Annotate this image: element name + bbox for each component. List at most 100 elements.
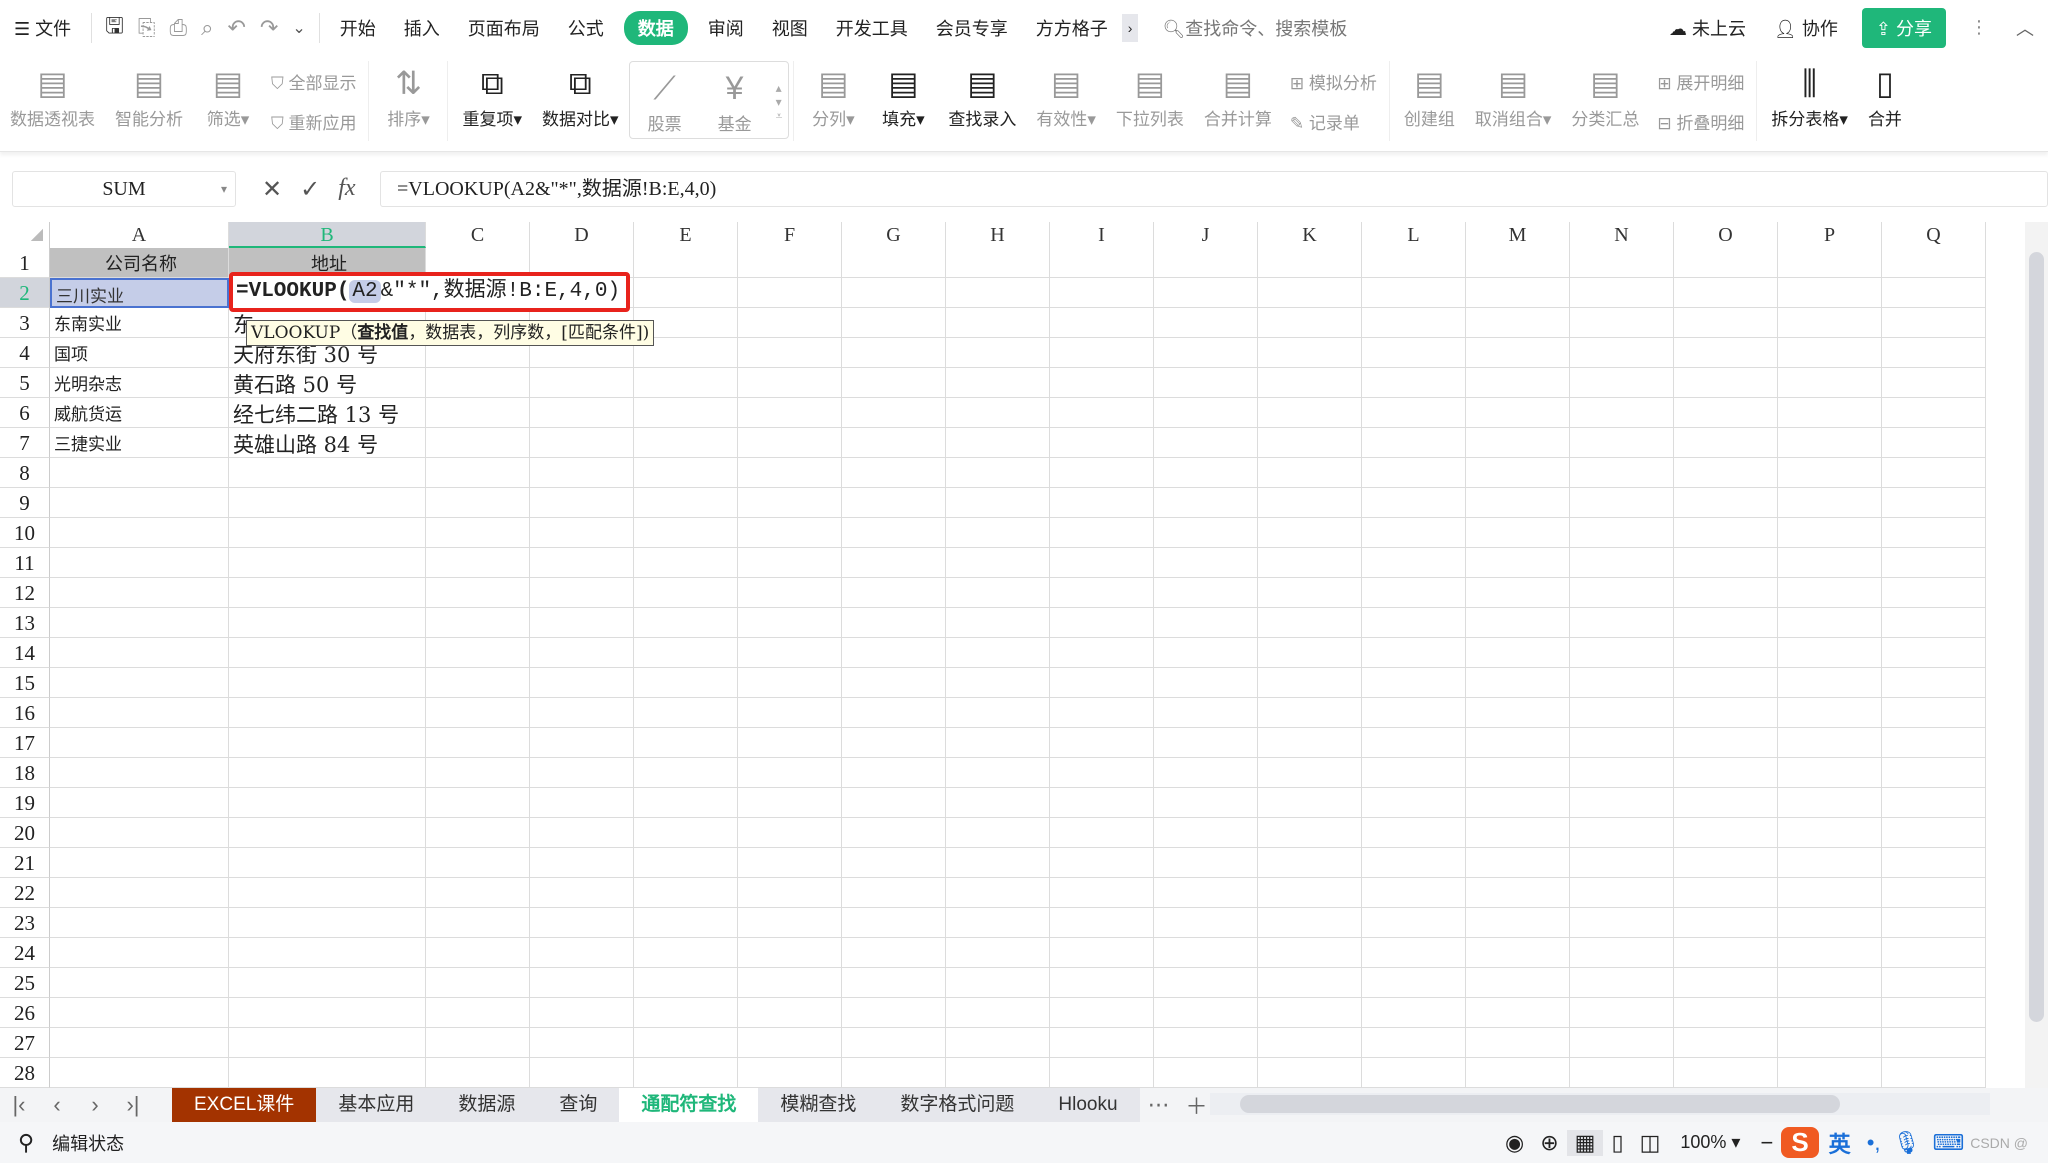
cell-D23[interactable] xyxy=(530,908,634,938)
cell-F5[interactable] xyxy=(738,368,842,398)
cell-F1[interactable] xyxy=(738,248,842,278)
cell-O27[interactable] xyxy=(1674,1028,1778,1058)
cell-I11[interactable] xyxy=(1050,548,1154,578)
cell-G12[interactable] xyxy=(842,578,946,608)
next-sheet-icon[interactable]: › xyxy=(76,1092,114,1118)
tab-2[interactable]: 页面布局 xyxy=(454,15,554,41)
cell-E8[interactable] xyxy=(634,458,738,488)
cell-L10[interactable] xyxy=(1362,518,1466,548)
cell-N18[interactable] xyxy=(1570,758,1674,788)
undo-icon[interactable]: ↶ xyxy=(220,15,252,41)
cell-L2[interactable] xyxy=(1362,278,1466,308)
cell-M18[interactable] xyxy=(1466,758,1570,788)
cell-Q4[interactable] xyxy=(1882,338,1986,368)
cell-O15[interactable] xyxy=(1674,668,1778,698)
cell-M12[interactable] xyxy=(1466,578,1570,608)
cell-P2[interactable] xyxy=(1778,278,1882,308)
reapply-button[interactable]: ⛉ 重新应用 xyxy=(271,109,356,134)
row-header-20[interactable]: 20 xyxy=(0,818,50,848)
cell-B25[interactable] xyxy=(229,968,426,998)
cell-C9[interactable] xyxy=(426,488,530,518)
cell-J5[interactable] xyxy=(1154,368,1258,398)
cell-H5[interactable] xyxy=(946,368,1050,398)
cell-O26[interactable] xyxy=(1674,998,1778,1028)
cell-L17[interactable] xyxy=(1362,728,1466,758)
cell-K23[interactable] xyxy=(1258,908,1362,938)
cell-N19[interactable] xyxy=(1570,788,1674,818)
page-layout-icon[interactable]: ▯ xyxy=(1603,1130,1631,1156)
row-header-8[interactable]: 8 xyxy=(0,458,50,488)
cell-B18[interactable] xyxy=(229,758,426,788)
cell-A28[interactable] xyxy=(50,1058,229,1088)
cell-E9[interactable] xyxy=(634,488,738,518)
cell-N1[interactable] xyxy=(1570,248,1674,278)
cell-B7[interactable]: 英雄山路 84 号 xyxy=(229,428,426,458)
cell-O20[interactable] xyxy=(1674,818,1778,848)
cell-O9[interactable] xyxy=(1674,488,1778,518)
cell-P28[interactable] xyxy=(1778,1058,1882,1088)
cell-D10[interactable] xyxy=(530,518,634,548)
cell-I17[interactable] xyxy=(1050,728,1154,758)
cell-F25[interactable] xyxy=(738,968,842,998)
row-header-15[interactable]: 15 xyxy=(0,668,50,698)
cell-J22[interactable] xyxy=(1154,878,1258,908)
lookup-entry-button[interactable]: ▤ 查找录入 xyxy=(938,61,1026,130)
cell-L25[interactable] xyxy=(1362,968,1466,998)
cell-M3[interactable] xyxy=(1466,308,1570,338)
cell-D21[interactable] xyxy=(530,848,634,878)
smart-analysis-button[interactable]: ▤ 智能分析 xyxy=(105,61,193,130)
cell-B21[interactable] xyxy=(229,848,426,878)
cell-L4[interactable] xyxy=(1362,338,1466,368)
cell-I2[interactable] xyxy=(1050,278,1154,308)
cell-E7[interactable] xyxy=(634,428,738,458)
cell-E17[interactable] xyxy=(634,728,738,758)
row-header-2[interactable]: 2 xyxy=(0,278,50,308)
cell-O3[interactable] xyxy=(1674,308,1778,338)
validation-button[interactable]: ▤ 有效性▾ xyxy=(1026,61,1106,130)
cell-G6[interactable] xyxy=(842,398,946,428)
split-column-button[interactable]: ▤ 分列▾ xyxy=(798,61,868,130)
cell-J17[interactable] xyxy=(1154,728,1258,758)
more-sheets-icon[interactable]: ⋯ xyxy=(1140,1092,1178,1118)
cell-N17[interactable] xyxy=(1570,728,1674,758)
cell-J1[interactable] xyxy=(1154,248,1258,278)
cell-A22[interactable] xyxy=(50,878,229,908)
cell-O12[interactable] xyxy=(1674,578,1778,608)
cell-P10[interactable] xyxy=(1778,518,1882,548)
cell-F23[interactable] xyxy=(738,908,842,938)
cell-K18[interactable] xyxy=(1258,758,1362,788)
function-icon[interactable]: fx xyxy=(338,175,355,204)
scroll-thumb[interactable] xyxy=(1240,1095,1840,1113)
cell-G16[interactable] xyxy=(842,698,946,728)
cell-N25[interactable] xyxy=(1570,968,1674,998)
cell-O13[interactable] xyxy=(1674,608,1778,638)
cell-N11[interactable] xyxy=(1570,548,1674,578)
expand-detail-button[interactable]: ⊞ 展开明细 xyxy=(1657,69,1744,94)
cell-B15[interactable] xyxy=(229,668,426,698)
cell-J8[interactable] xyxy=(1154,458,1258,488)
column-header-K[interactable]: K xyxy=(1258,222,1362,248)
cell-K1[interactable] xyxy=(1258,248,1362,278)
group-button[interactable]: ▤ 创建组 xyxy=(1394,61,1465,130)
cell-I8[interactable] xyxy=(1050,458,1154,488)
cell-A17[interactable] xyxy=(50,728,229,758)
cell-H25[interactable] xyxy=(946,968,1050,998)
ime-language[interactable]: 英 xyxy=(1819,1127,1861,1159)
cell-F27[interactable] xyxy=(738,1028,842,1058)
name-box[interactable]: SUM ▾ xyxy=(12,171,236,207)
cell-E28[interactable] xyxy=(634,1058,738,1088)
sheet-tab-1[interactable]: 基本应用 xyxy=(316,1088,437,1122)
cell-J28[interactable] xyxy=(1154,1058,1258,1088)
column-header-O[interactable]: O xyxy=(1674,222,1778,248)
row-header-17[interactable]: 17 xyxy=(0,728,50,758)
cell-G2[interactable] xyxy=(842,278,946,308)
cell-D24[interactable] xyxy=(530,938,634,968)
cell-N13[interactable] xyxy=(1570,608,1674,638)
cell-G25[interactable] xyxy=(842,968,946,998)
cell-I16[interactable] xyxy=(1050,698,1154,728)
cell-C7[interactable] xyxy=(426,428,530,458)
cell-O6[interactable] xyxy=(1674,398,1778,428)
cell-N8[interactable] xyxy=(1570,458,1674,488)
cell-P25[interactable] xyxy=(1778,968,1882,998)
cell-Q28[interactable] xyxy=(1882,1058,1986,1088)
